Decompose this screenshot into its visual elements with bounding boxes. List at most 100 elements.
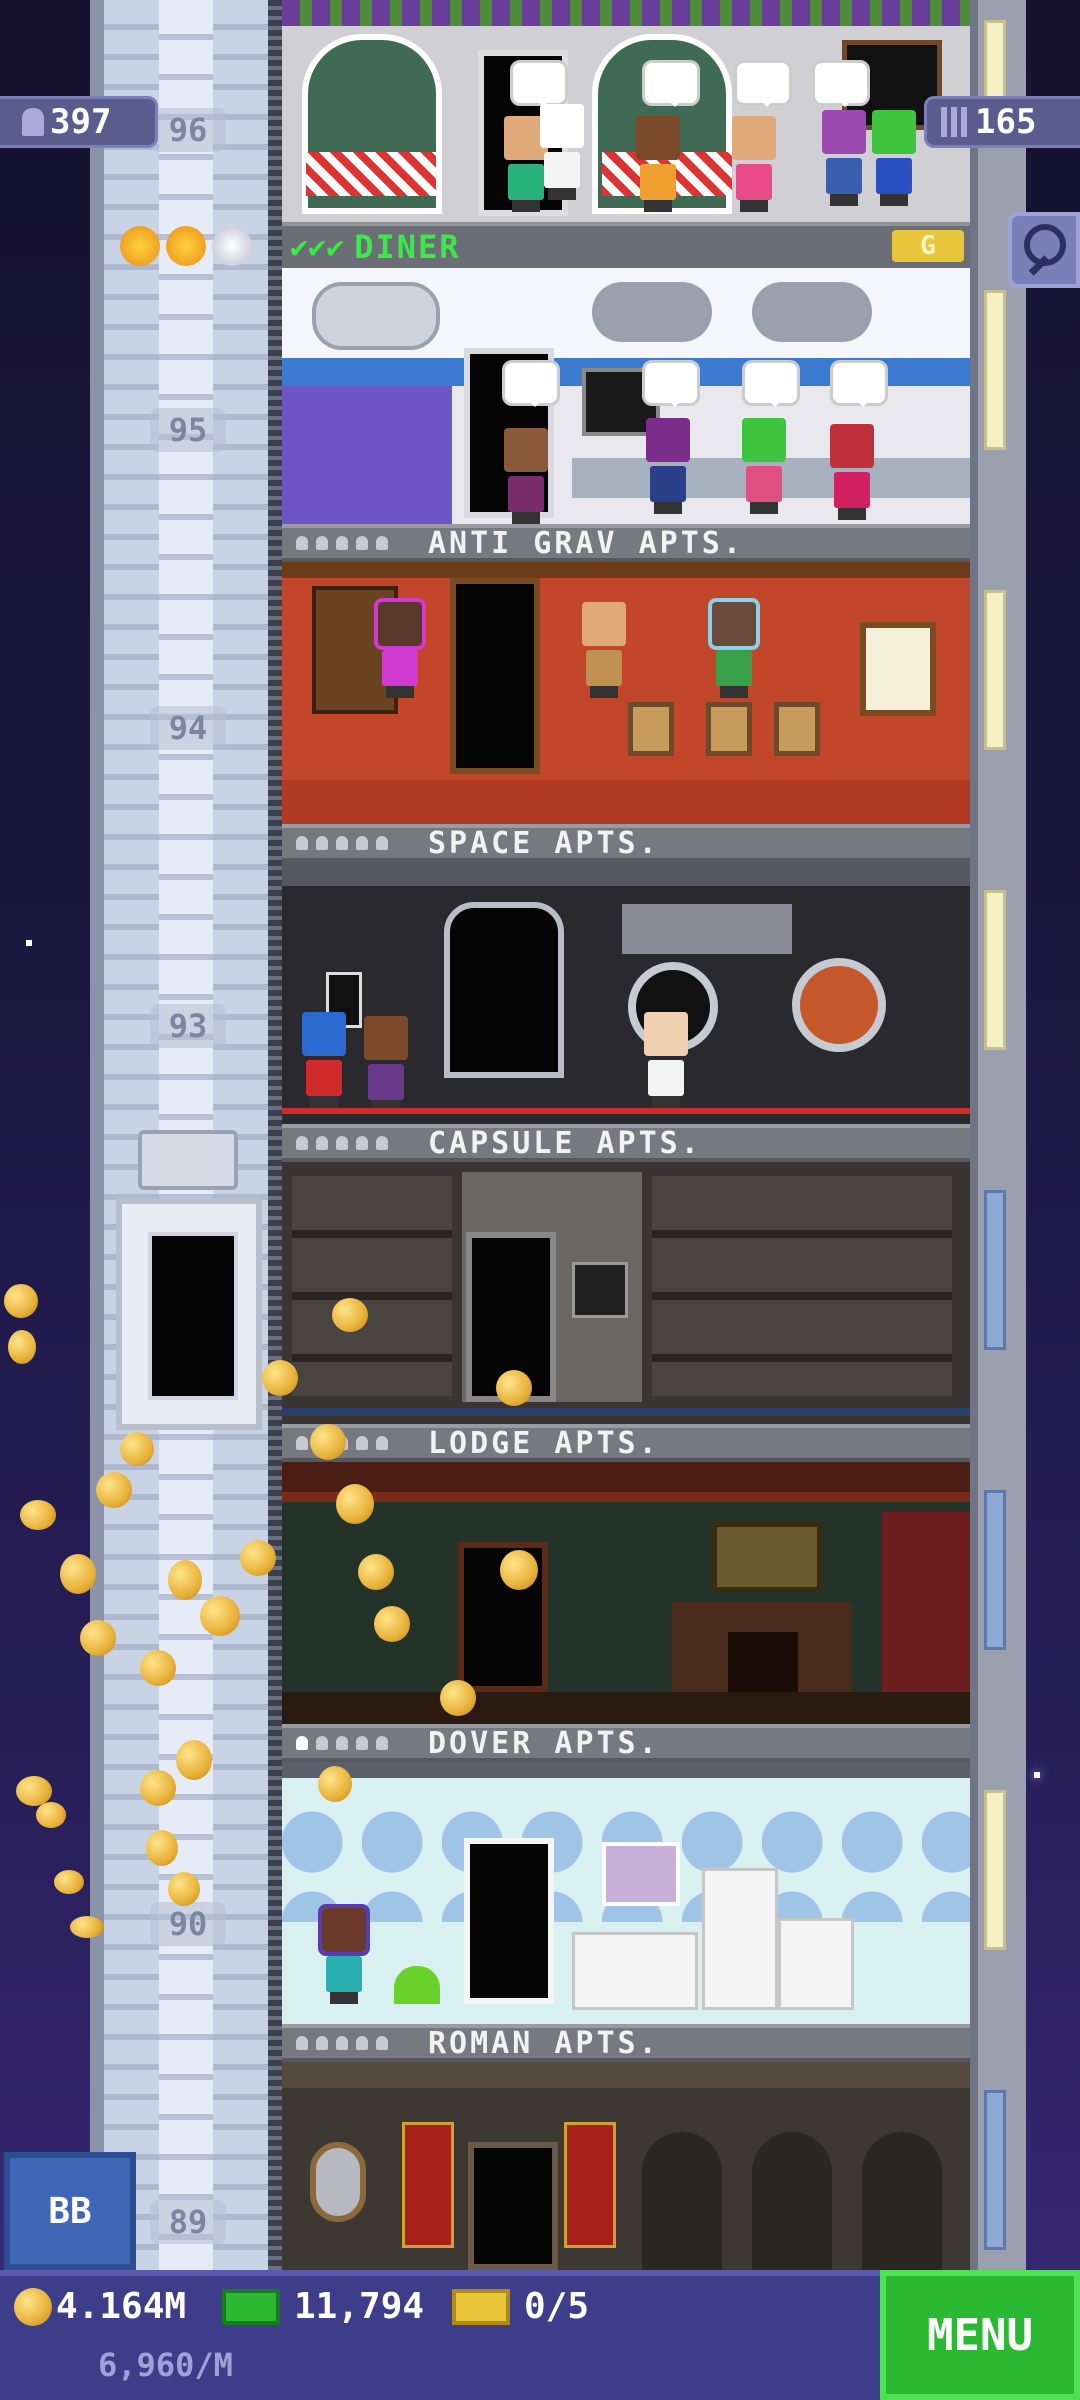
diner-name: DINER	[354, 228, 461, 266]
coin-icon	[200, 1596, 240, 1636]
coin-icon	[262, 1360, 298, 1396]
diner-badge[interactable]: G	[892, 230, 964, 262]
elevator-cabin	[116, 1198, 262, 1430]
coin-icon	[500, 1550, 538, 1590]
resident-icons	[296, 1736, 406, 1750]
coin-icon	[70, 1916, 104, 1938]
floor-lodge-apts[interactable]	[282, 1162, 970, 1424]
coin-icon	[374, 1606, 410, 1642]
coin-icon	[120, 1432, 154, 1466]
coin-icon	[140, 1650, 176, 1686]
coin-icon	[176, 1740, 212, 1780]
tower-window	[984, 590, 1006, 750]
floor-label-dover[interactable]: DOVER APTS.	[282, 1724, 970, 1762]
coins-value: 4.164M	[56, 2286, 187, 2327]
elevator-icon	[138, 1130, 238, 1190]
star-icon	[120, 226, 160, 266]
tickets-value: 0/5	[524, 2286, 590, 2327]
coin-icon	[60, 1554, 96, 1594]
floor-number: 94	[150, 706, 226, 750]
sky-star	[1034, 1772, 1040, 1778]
coin-icon	[168, 1872, 200, 1906]
floor-number: 95	[150, 408, 226, 452]
floor-label-capsule[interactable]: CAPSULE APTS.	[282, 1124, 970, 1162]
resident-icons	[296, 1136, 406, 1150]
floor-label-space[interactable]: SPACE APTS.	[282, 824, 970, 862]
coin-icon	[8, 1330, 36, 1364]
coin-icon	[80, 1620, 116, 1656]
floor-name: DOVER APTS.	[428, 1725, 660, 1761]
floors-icon	[941, 107, 967, 137]
tickets-group[interactable]: 0/5	[452, 2286, 589, 2327]
coin-icon	[318, 1766, 352, 1802]
coin-icon	[240, 1540, 276, 1576]
bux-group[interactable]: 11,794	[222, 2286, 424, 2327]
coin-icon	[14, 2287, 52, 2326]
floor-label-anti-grav[interactable]: ANTI GRAV APTS.	[282, 524, 970, 562]
diner-label-bar[interactable]: ✔✔✔ DINER G	[282, 222, 970, 268]
elevator-rail	[268, 0, 282, 2270]
coins-group[interactable]: 4.164M	[14, 2286, 186, 2327]
menu-button[interactable]: MENU	[880, 2270, 1080, 2400]
coin-icon	[20, 1500, 56, 1530]
population-counter[interactable]: 397	[0, 96, 158, 148]
diner-stars	[120, 226, 252, 266]
floor-label-lodge[interactable]: LODGE APTS.	[282, 1424, 970, 1462]
resident-icons	[296, 836, 406, 850]
floors-counter[interactable]: 165	[924, 96, 1080, 148]
ticket-icon	[452, 2288, 510, 2325]
coin-icon	[440, 1680, 476, 1716]
diner-checks: ✔✔✔	[290, 229, 345, 265]
coin-icon	[310, 1424, 346, 1460]
tower-window	[984, 2090, 1006, 2250]
floor-capsule-apts[interactable]	[282, 862, 970, 1124]
floor-name: ANTI GRAV APTS.	[428, 525, 744, 561]
floor-dover-apts[interactable]	[282, 1462, 970, 1724]
coin-icon	[140, 1770, 176, 1806]
tower-window	[984, 1790, 1006, 1950]
coin-icon	[336, 1484, 374, 1524]
resident-icons	[296, 2036, 406, 2050]
search-button[interactable]	[1008, 212, 1080, 288]
floor-anti-grav-apts[interactable]	[282, 268, 970, 568]
tower-window	[984, 890, 1006, 1050]
tower-window	[984, 290, 1006, 450]
floor-residence-room[interactable]	[282, 1762, 970, 2024]
floor-roman-apts[interactable]	[282, 2062, 970, 2270]
floor-name: ROMAN APTS.	[428, 2025, 660, 2061]
floors-value: 165	[975, 102, 1037, 142]
person-icon	[22, 108, 44, 136]
floor-number: 90	[150, 1902, 226, 1946]
coin-icon	[496, 1370, 532, 1406]
coin-icon	[54, 1870, 84, 1894]
coin-icon	[4, 1284, 38, 1318]
floor-label-roman[interactable]: ROMAN APTS.	[282, 2024, 970, 2062]
floor-diner[interactable]	[282, 0, 970, 228]
floor-space-apts[interactable]	[282, 562, 970, 824]
tower-window	[984, 1490, 1006, 1650]
tower-window	[984, 1190, 1006, 1350]
floor-name: SPACE APTS.	[428, 825, 660, 861]
resident-icons	[296, 536, 406, 550]
coin-icon	[358, 1554, 394, 1590]
sky-star	[26, 940, 32, 946]
diner-room	[282, 0, 970, 222]
coin-icon	[96, 1472, 132, 1508]
population-value: 397	[50, 102, 112, 142]
bux-value: 11,794	[294, 2286, 425, 2327]
coin-icon	[332, 1298, 368, 1332]
coin-icon	[36, 1802, 66, 1828]
anti-grav-room	[282, 268, 970, 524]
coin-icon	[146, 1830, 178, 1866]
coin-icon	[168, 1560, 202, 1600]
floor-number: 96	[150, 108, 226, 152]
floor-name: CAPSULE APTS.	[428, 1125, 702, 1161]
bitbook-button[interactable]: BB	[4, 2152, 136, 2270]
star-icon	[212, 226, 252, 266]
star-icon	[166, 226, 206, 266]
coin-rate: 6,960/M	[98, 2346, 233, 2384]
floor-number: 93	[150, 1004, 226, 1048]
floor-name: LODGE APTS.	[428, 1425, 660, 1461]
bux-icon	[222, 2288, 280, 2325]
elevator-car[interactable]	[116, 1130, 262, 1430]
